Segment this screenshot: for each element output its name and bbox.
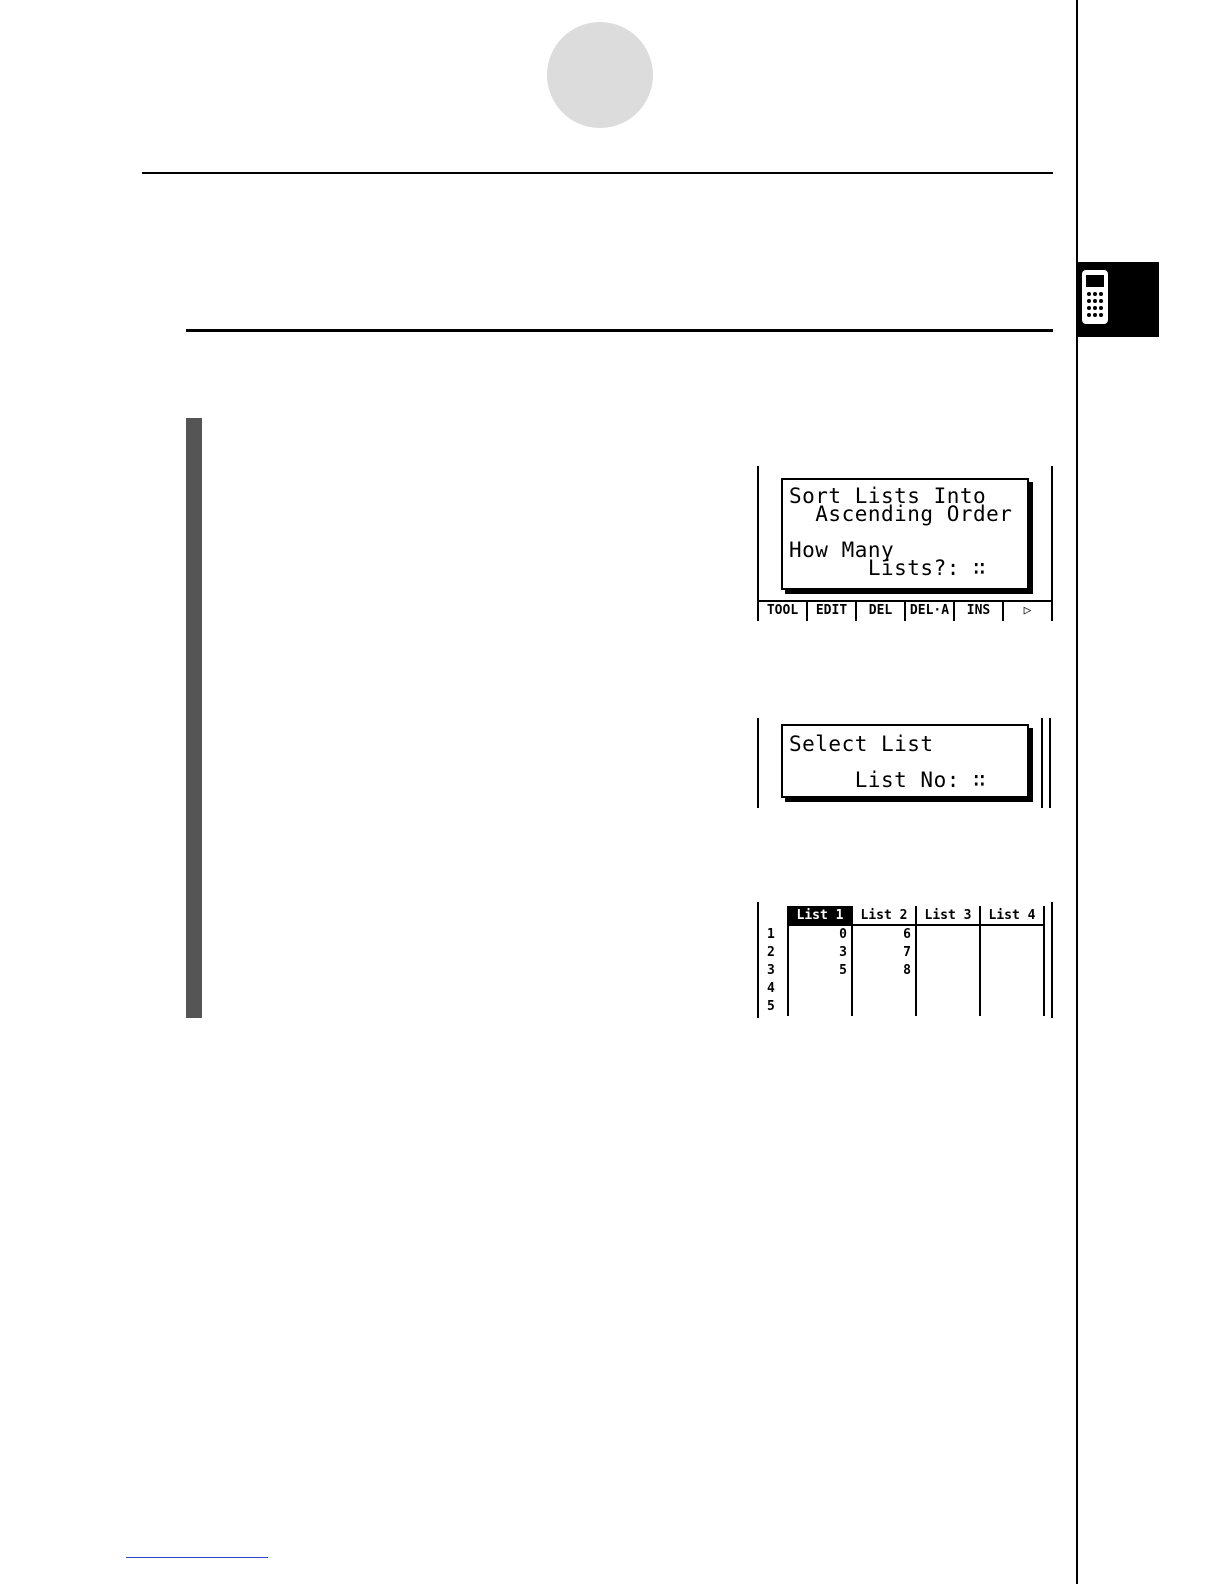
list-cell[interactable] — [916, 925, 981, 944]
list-cell[interactable] — [916, 998, 981, 1016]
list-cell[interactable] — [852, 980, 917, 998]
chapter-side-tab — [1076, 262, 1159, 337]
fkey-del-all[interactable]: DEL·A — [906, 602, 955, 621]
screen-edge — [1041, 718, 1043, 808]
list-header[interactable]: List 3 — [916, 906, 981, 926]
dialog-line: List No: ∷ — [789, 768, 987, 792]
table-row: 5 — [765, 998, 1045, 1016]
list-header[interactable]: List 1 — [788, 906, 853, 926]
list-cell[interactable] — [916, 944, 981, 962]
list-cell[interactable] — [980, 944, 1045, 962]
list-cell[interactable]: 6 — [852, 925, 917, 944]
list-cell[interactable]: 5 — [788, 962, 853, 980]
list-header[interactable]: List 2 — [852, 906, 917, 926]
fkey-del[interactable]: DEL — [857, 602, 906, 621]
row-number: 4 — [765, 980, 789, 998]
margin-line — [1076, 0, 1078, 1584]
table-row: 3 5 8 — [765, 962, 1045, 980]
fkey-ins[interactable]: INS — [955, 602, 1004, 621]
list-cell[interactable] — [980, 962, 1045, 980]
row-header-corner — [765, 906, 789, 925]
footer-link-underline[interactable] — [126, 1557, 268, 1558]
table-row: 1 0 6 — [765, 925, 1045, 944]
list-header-row: List 1 List 2 List 3 List 4 — [765, 906, 1045, 926]
fkey-next[interactable]: ▷ — [1004, 602, 1051, 621]
calculator-screen-list-editor: List 1 List 2 List 3 List 4 1 0 6 2 3 7 — [757, 902, 1053, 1018]
calculator-screen-select-list: Select List List No: ∷ — [757, 718, 1053, 808]
chapter-number-circle — [547, 22, 653, 128]
table-row: 4 — [765, 980, 1045, 998]
row-number: 3 — [765, 962, 789, 980]
list-table: List 1 List 2 List 3 List 4 1 0 6 2 3 7 — [765, 906, 1045, 1016]
list-header[interactable]: List 4 — [980, 906, 1045, 926]
list-cell[interactable] — [980, 925, 1045, 944]
procedure-bar — [186, 418, 202, 1018]
calculator-icon — [1082, 270, 1108, 324]
row-number: 2 — [765, 944, 789, 962]
row-number: 5 — [765, 998, 789, 1016]
select-list-dialog: Select List List No: ∷ — [781, 724, 1029, 798]
dialog-line: Ascending Order — [789, 502, 1013, 526]
section-rule — [186, 329, 1053, 332]
calculator-screen-sort: Sort Lists Into Ascending Order How Many… — [757, 466, 1053, 621]
sort-dialog: Sort Lists Into Ascending Order How Many… — [781, 478, 1029, 590]
list-cell[interactable]: 7 — [852, 944, 917, 962]
row-number: 1 — [765, 925, 789, 944]
list-cell[interactable] — [916, 980, 981, 998]
table-row: 2 3 7 — [765, 944, 1045, 962]
list-cell[interactable]: 0 — [788, 925, 853, 944]
list-cell[interactable] — [788, 998, 853, 1016]
fkey-tool[interactable]: TOOL — [759, 602, 808, 621]
function-key-bar: TOOL EDIT DEL DEL·A INS ▷ — [759, 600, 1051, 621]
list-cell[interactable] — [852, 998, 917, 1016]
list-cell[interactable] — [980, 998, 1045, 1016]
list-cell[interactable]: 8 — [852, 962, 917, 980]
list-cell[interactable] — [916, 962, 981, 980]
list-cell[interactable]: 3 — [788, 944, 853, 962]
header-rule — [142, 172, 1053, 174]
list-cell[interactable] — [980, 980, 1045, 998]
fkey-edit[interactable]: EDIT — [808, 602, 857, 621]
list-cell[interactable] — [788, 980, 853, 998]
dialog-line: Lists?: ∷ — [789, 556, 987, 580]
dialog-line: Select List — [789, 732, 934, 756]
screen-edge — [1049, 718, 1051, 808]
